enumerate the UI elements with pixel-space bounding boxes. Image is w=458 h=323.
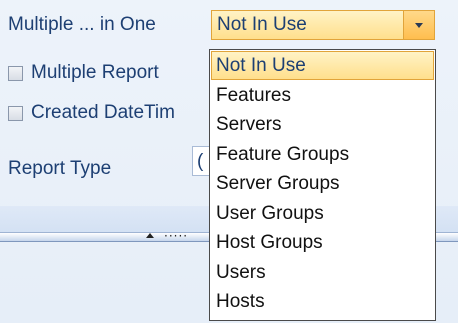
multiple-report-label: Multiple Report <box>31 62 159 83</box>
multiple-in-one-combobox[interactable]: Not In Use <box>211 10 435 40</box>
dropdown-item-feature-groups[interactable]: Feature Groups <box>211 140 434 169</box>
multiple-in-one-label: Multiple ... in One <box>8 14 156 35</box>
combobox-selected-value: Not In Use <box>217 14 307 35</box>
splitter-grip: ····· <box>164 229 189 243</box>
dropdown-item-hosts[interactable]: Hosts <box>211 287 434 316</box>
created-datetime-row[interactable]: Created DateTim <box>8 101 175 125</box>
collapse-up-icon[interactable] <box>146 233 154 238</box>
multiple-report-checkbox[interactable] <box>8 65 23 81</box>
combobox-dropdown-list: Not In Use Features Servers Feature Grou… <box>209 49 436 321</box>
report-type-value: ( <box>197 151 204 172</box>
options-panel: Multiple ... in One Not In Use Multiple … <box>0 0 458 323</box>
dropdown-item-host-groups[interactable]: Host Groups <box>211 228 434 257</box>
chevron-down-icon <box>415 23 423 28</box>
dropdown-item-servers[interactable]: Servers <box>211 110 434 139</box>
dropdown-item-features[interactable]: Features <box>211 81 434 110</box>
dropdown-item-user-groups[interactable]: User Groups <box>211 199 434 228</box>
report-type-label: Report Type <box>8 158 112 179</box>
dropdown-item-not-in-use[interactable]: Not In Use <box>211 51 434 80</box>
dropdown-item-users[interactable]: Users <box>211 258 434 287</box>
dropdown-item-server-groups[interactable]: Server Groups <box>211 169 434 198</box>
created-datetime-label: Created DateTim <box>31 102 175 123</box>
created-datetime-checkbox[interactable] <box>8 105 23 121</box>
combobox-dropdown-button[interactable] <box>403 11 434 39</box>
multiple-report-row[interactable]: Multiple Report <box>8 61 159 85</box>
